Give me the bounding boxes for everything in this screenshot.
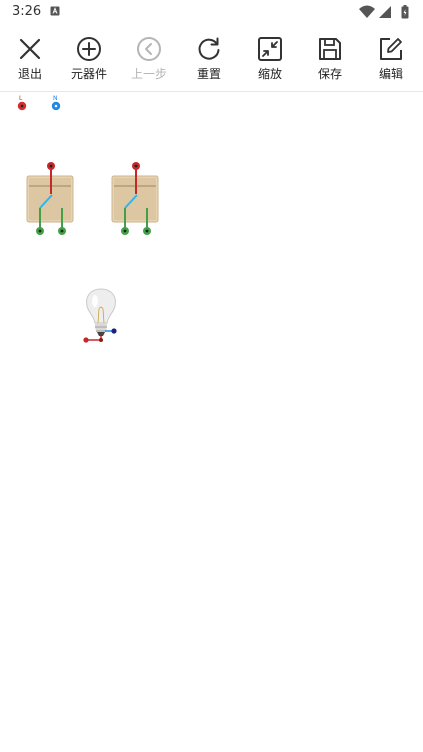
circuit-canvas[interactable]: L N [0,92,423,752]
signal-icon [379,6,391,18]
edit-button[interactable]: 编辑 [361,34,421,84]
switch-component-2[interactable] [110,160,162,236]
exit-button[interactable]: 退出 [0,34,60,84]
battery-icon [401,5,409,19]
undo-button[interactable]: 上一步 [119,34,179,84]
light-bulb-component[interactable] [82,287,122,349]
reset-button[interactable]: 重置 [179,34,239,84]
save-label: 保存 [317,67,342,81]
status-bar: 3:26 [0,0,423,24]
components-button[interactable]: 元器件 [59,34,119,84]
toolbar: 退出 元器件 上一步 重置 缩放 保存 编辑 [0,34,423,84]
components-label: 元器件 [70,67,107,81]
edit-label: 编辑 [378,67,403,81]
edit-icon [380,38,402,60]
close-icon [19,38,41,60]
reset-label: 重置 [196,67,221,81]
save-icon [319,38,341,60]
wifi-icon [359,5,375,18]
refresh-icon [198,37,220,60]
save-button[interactable]: 保存 [300,34,360,84]
a-notification-icon [50,6,60,16]
back-circle-icon [137,37,161,61]
undo-label: 上一步 [130,67,167,81]
terminal-l[interactable] [17,101,27,111]
shrink-icon [258,37,282,61]
zoom-label: 缩放 [257,67,282,81]
zoom-button[interactable]: 缩放 [240,34,300,84]
switch-component-1[interactable] [25,160,77,236]
status-time: 3:26 [12,4,42,19]
terminal-n[interactable] [51,101,61,111]
exit-label: 退出 [17,67,42,81]
add-circle-icon [77,37,101,61]
